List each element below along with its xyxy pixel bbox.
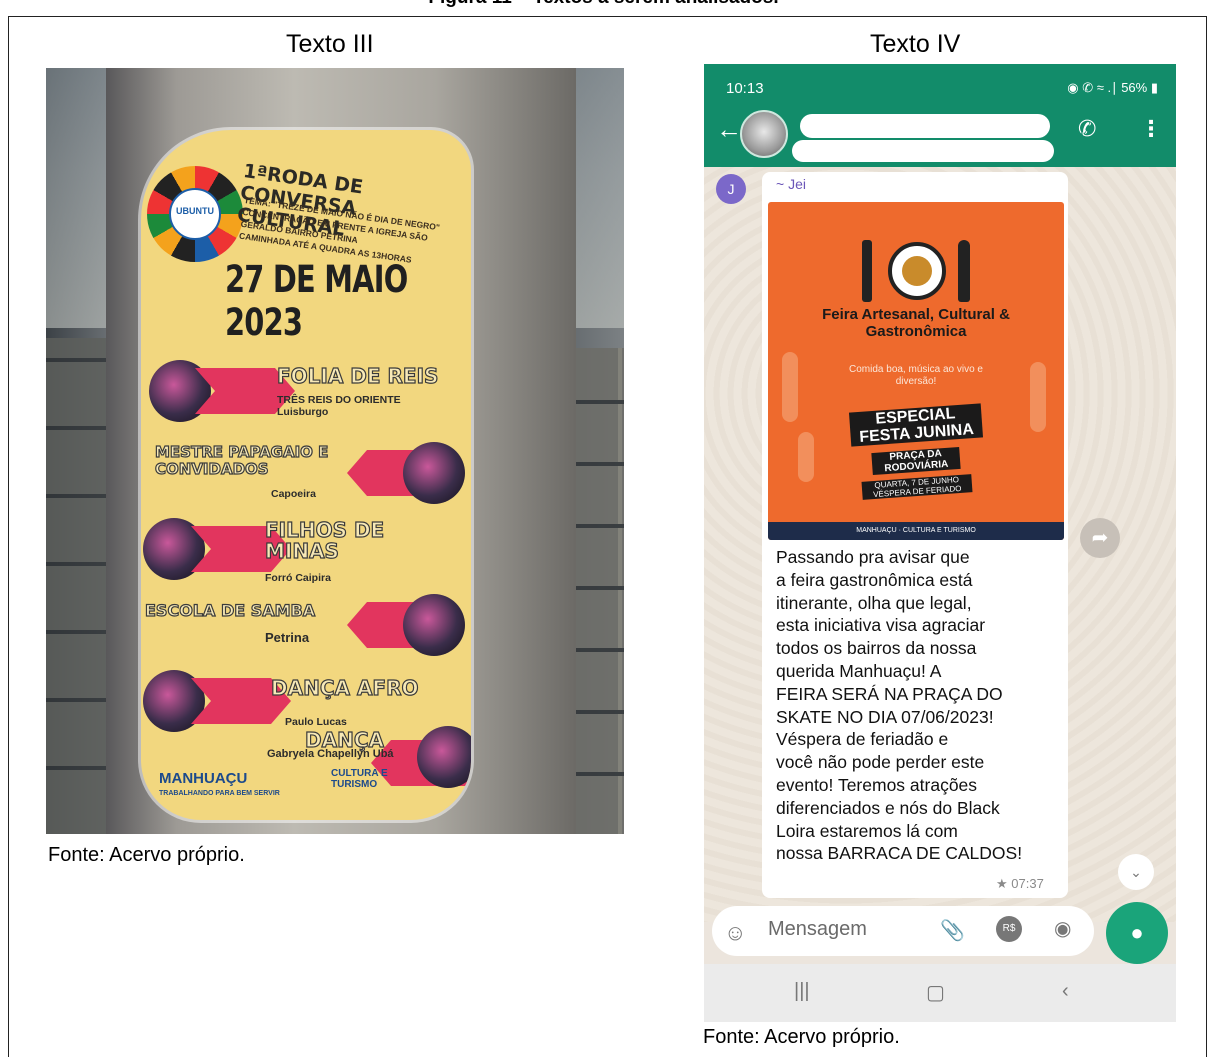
- more-options-icon[interactable]: ⋮: [1140, 116, 1162, 142]
- flyer-title: Feira Artesanal, Cultural & Gastronômica: [822, 306, 1010, 340]
- status-clock: 10:13: [726, 80, 764, 97]
- act-filhos-de-minas: FILHOS DE MINAS Forró Caipira: [141, 518, 471, 584]
- scroll-down-icon[interactable]: ⌄: [1118, 854, 1154, 890]
- act-danca-afro: DANÇA AFRO Paulo Lucas: [141, 670, 471, 732]
- event-poster: UBUNTU 1ªRODA DE CONVERSA CULTURAL TEMA:…: [141, 130, 471, 820]
- act-photo: [403, 442, 465, 504]
- status-battery: ◉ ✆ ≈ .∣ 56% ▮: [1067, 80, 1158, 95]
- redacted-contact-name: [800, 114, 1050, 138]
- recent-apps-icon[interactable]: |||: [794, 980, 810, 1003]
- act-name: DANÇA AFRO: [270, 676, 419, 700]
- poster-photo: UBUNTU 1ªRODA DE CONVERSA CULTURAL TEMA:…: [46, 68, 624, 834]
- message-line: Véspera de feriadão e: [776, 729, 949, 750]
- back-nav-icon[interactable]: ‹: [1062, 980, 1069, 1003]
- message-line: FEIRA SERÁ NA PRAÇA DO: [776, 683, 1003, 704]
- act-sub: TRÊS REIS DO ORIENTE Luisburgo: [277, 394, 401, 418]
- fonte-right: Fonte: Acervo próprio.: [703, 1026, 900, 1048]
- act-sub: Forró Caipira: [265, 572, 331, 584]
- message-line: nossa BARRACA DE CALDOS!: [776, 843, 1023, 864]
- message-line: SKATE NO DIA 07/06/2023!: [776, 706, 994, 727]
- flyer-place: PRAÇA DA RODOVIÁRIA: [871, 446, 961, 476]
- battery-percent: 56%: [1121, 80, 1148, 95]
- act-escola-de-samba: ESCOLA DE SAMBA Petrina: [141, 594, 471, 656]
- act-name: MESTRE PAPAGAIO E CONVIDADOS: [154, 443, 329, 478]
- feira-flyer-image[interactable]: Feira Artesanal, Cultural & Gastronômica…: [768, 202, 1064, 540]
- message-line: diferenciados e nós do Black: [776, 797, 1000, 818]
- flyer-footer: MANHUAÇU · CULTURA E TURISMO: [768, 522, 1064, 540]
- plate-logo: [902, 256, 932, 286]
- act-sub: Petrina: [265, 630, 310, 645]
- attach-icon[interactable]: 📎: [940, 918, 965, 943]
- message-line: itinerante, olha que legal,: [776, 592, 972, 613]
- act-folia-de-reis: FOLIA DE REIS TRÊS REIS DO ORIENTE Luisb…: [141, 360, 471, 422]
- message-line: todos os bairros da nossa: [776, 638, 977, 659]
- poster-footer-city: MANHUAÇU: [159, 770, 248, 787]
- figure-title: Figura 11 – Textos a serem analisados.: [0, 0, 1207, 9]
- act-name: FOLIA DE REIS: [276, 364, 439, 388]
- texto-iii-label: Texto III: [286, 30, 374, 58]
- poster-footer-slogan: TRABALHANDO PARA BEM SERVIR: [159, 790, 280, 797]
- payment-icon[interactable]: R$: [996, 916, 1022, 942]
- flyer-subtitle: Comida boa, música ao vivo e diversão!: [849, 364, 983, 387]
- cactus-decoration: [798, 432, 814, 482]
- act-name: ESCOLA DE SAMBA: [144, 600, 316, 620]
- cactus-decoration: [1030, 362, 1046, 432]
- texto-iv-label: Texto IV: [870, 30, 961, 58]
- act-photo: [403, 594, 465, 656]
- message-line: evento! Teremos atrações: [776, 774, 978, 795]
- fork-icon: [862, 240, 872, 302]
- poster-footer-dept: CULTURA E TURISMO: [331, 768, 388, 790]
- spoon-icon: [958, 240, 970, 302]
- fonte-left: Fonte: Acervo próprio.: [48, 844, 245, 866]
- ubuntu-logo-text: UBUNTU: [176, 206, 214, 216]
- message-line: esta iniciativa visa agraciar: [776, 615, 986, 636]
- message-line: Passando pra avisar que: [776, 547, 970, 567]
- microphone-icon[interactable]: ●: [1106, 902, 1168, 964]
- act-sub: Gabryela Chapellyn Ubá: [267, 748, 394, 760]
- message-line: Loira estaremos lá com: [776, 820, 958, 841]
- message-text: Passando pra avisar que a feira gastronô…: [776, 546, 1056, 865]
- contact-avatar[interactable]: [740, 110, 788, 158]
- message-placeholder: Mensagem: [768, 918, 867, 940]
- forward-icon[interactable]: ➦: [1080, 518, 1120, 558]
- camera-icon[interactable]: ◉: [1054, 916, 1071, 941]
- sender-avatar: J: [716, 174, 746, 204]
- message-line: querida Manhuaçu! A: [776, 660, 942, 681]
- flyer-special: ESPECIAL FESTA JUNINA: [848, 403, 984, 447]
- cactus-decoration: [782, 352, 798, 422]
- act-sub: Capoeira: [271, 488, 316, 500]
- message-line: a feira gastronômica está: [776, 569, 973, 590]
- add-call-icon[interactable]: ✆: [1078, 116, 1096, 142]
- whatsapp-screenshot: 10:13 ◉ ✆ ≈ .∣ 56% ▮ ← ✆ ⋮ J ~ Jei Feira…: [704, 64, 1176, 1022]
- poster-date: 27 DE MAIO 2023: [225, 258, 408, 344]
- act-mestre-papagaio: MESTRE PAPAGAIO E CONVIDADOS Capoeira: [141, 442, 471, 504]
- home-icon[interactable]: ▢: [926, 980, 945, 1005]
- android-nav-bar: ||| ▢ ‹: [704, 964, 1176, 1022]
- emoji-icon[interactable]: ☺: [724, 920, 746, 946]
- flyer-when: QUARTA, 7 DE JUNHO VÉSPERA DE FERIADO: [861, 474, 973, 500]
- message-line: você não pode perder este: [776, 752, 985, 773]
- back-arrow-icon[interactable]: ←: [716, 114, 742, 145]
- message-time: ★ 07:37: [996, 876, 1044, 891]
- sender-name: ~ Jei: [776, 176, 806, 192]
- redacted-contact-info: [792, 140, 1054, 162]
- act-name: FILHOS DE MINAS: [264, 518, 385, 563]
